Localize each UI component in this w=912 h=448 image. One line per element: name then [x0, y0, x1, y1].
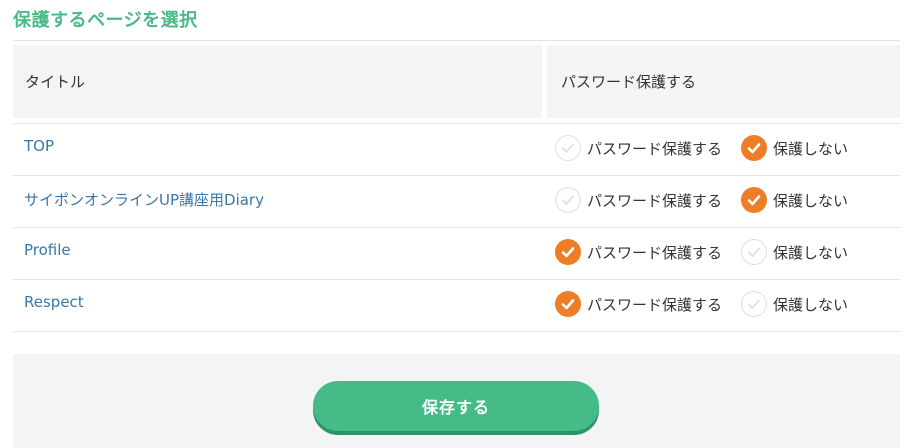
divider: [13, 40, 900, 41]
table-row: TOP パスワード保護する 保護しない: [13, 124, 900, 176]
option-label: 保護しない: [773, 243, 849, 262]
check-circle-icon: [741, 135, 767, 161]
save-button[interactable]: 保存する: [313, 381, 599, 431]
check-circle-outline-icon: [741, 291, 767, 317]
option-label: パスワード保護する: [587, 243, 723, 262]
check-circle-outline-icon: [555, 135, 581, 161]
page-title-link[interactable]: Respect: [24, 293, 84, 311]
check-circle-icon: [741, 187, 767, 213]
check-circle-outline-icon: [741, 239, 767, 265]
page-title-link[interactable]: サイポンオンラインUP講座用Diary: [24, 189, 264, 210]
option-label: パスワード保護する: [587, 191, 723, 210]
page-title-link[interactable]: Profile: [24, 241, 71, 259]
option-label: パスワード保護する: [587, 295, 723, 314]
option-label: 保護しない: [773, 139, 849, 158]
table-row: サイポンオンラインUP講座用Diary パスワード保護する 保護しない: [13, 176, 900, 228]
radio-password-protect[interactable]: パスワード保護する: [555, 135, 722, 161]
table-header-title: タイトル: [13, 45, 542, 118]
radio-no-protect[interactable]: 保護しない: [741, 135, 848, 161]
radio-password-protect[interactable]: パスワード保護する: [555, 187, 722, 213]
table-row: Respect パスワード保護する 保護しない: [13, 280, 900, 332]
check-circle-outline-icon: [555, 187, 581, 213]
radio-password-protect[interactable]: パスワード保護する: [555, 239, 722, 265]
check-circle-icon: [555, 239, 581, 265]
option-label: 保護しない: [773, 295, 849, 314]
check-circle-icon: [555, 291, 581, 317]
radio-no-protect[interactable]: 保護しない: [741, 187, 848, 213]
table-row: Profile パスワード保護する 保護しない: [13, 228, 900, 280]
option-label: パスワード保護する: [587, 139, 723, 158]
radio-password-protect[interactable]: パスワード保護する: [555, 291, 722, 317]
footer-panel: 保存する: [13, 354, 900, 448]
table-header-password: パスワード保護する: [547, 45, 900, 118]
radio-no-protect[interactable]: 保護しない: [741, 239, 848, 265]
section-title: 保護するページを選択: [13, 10, 198, 31]
page-title-link[interactable]: TOP: [24, 137, 54, 155]
option-label: 保護しない: [773, 191, 849, 210]
radio-no-protect[interactable]: 保護しない: [741, 291, 848, 317]
